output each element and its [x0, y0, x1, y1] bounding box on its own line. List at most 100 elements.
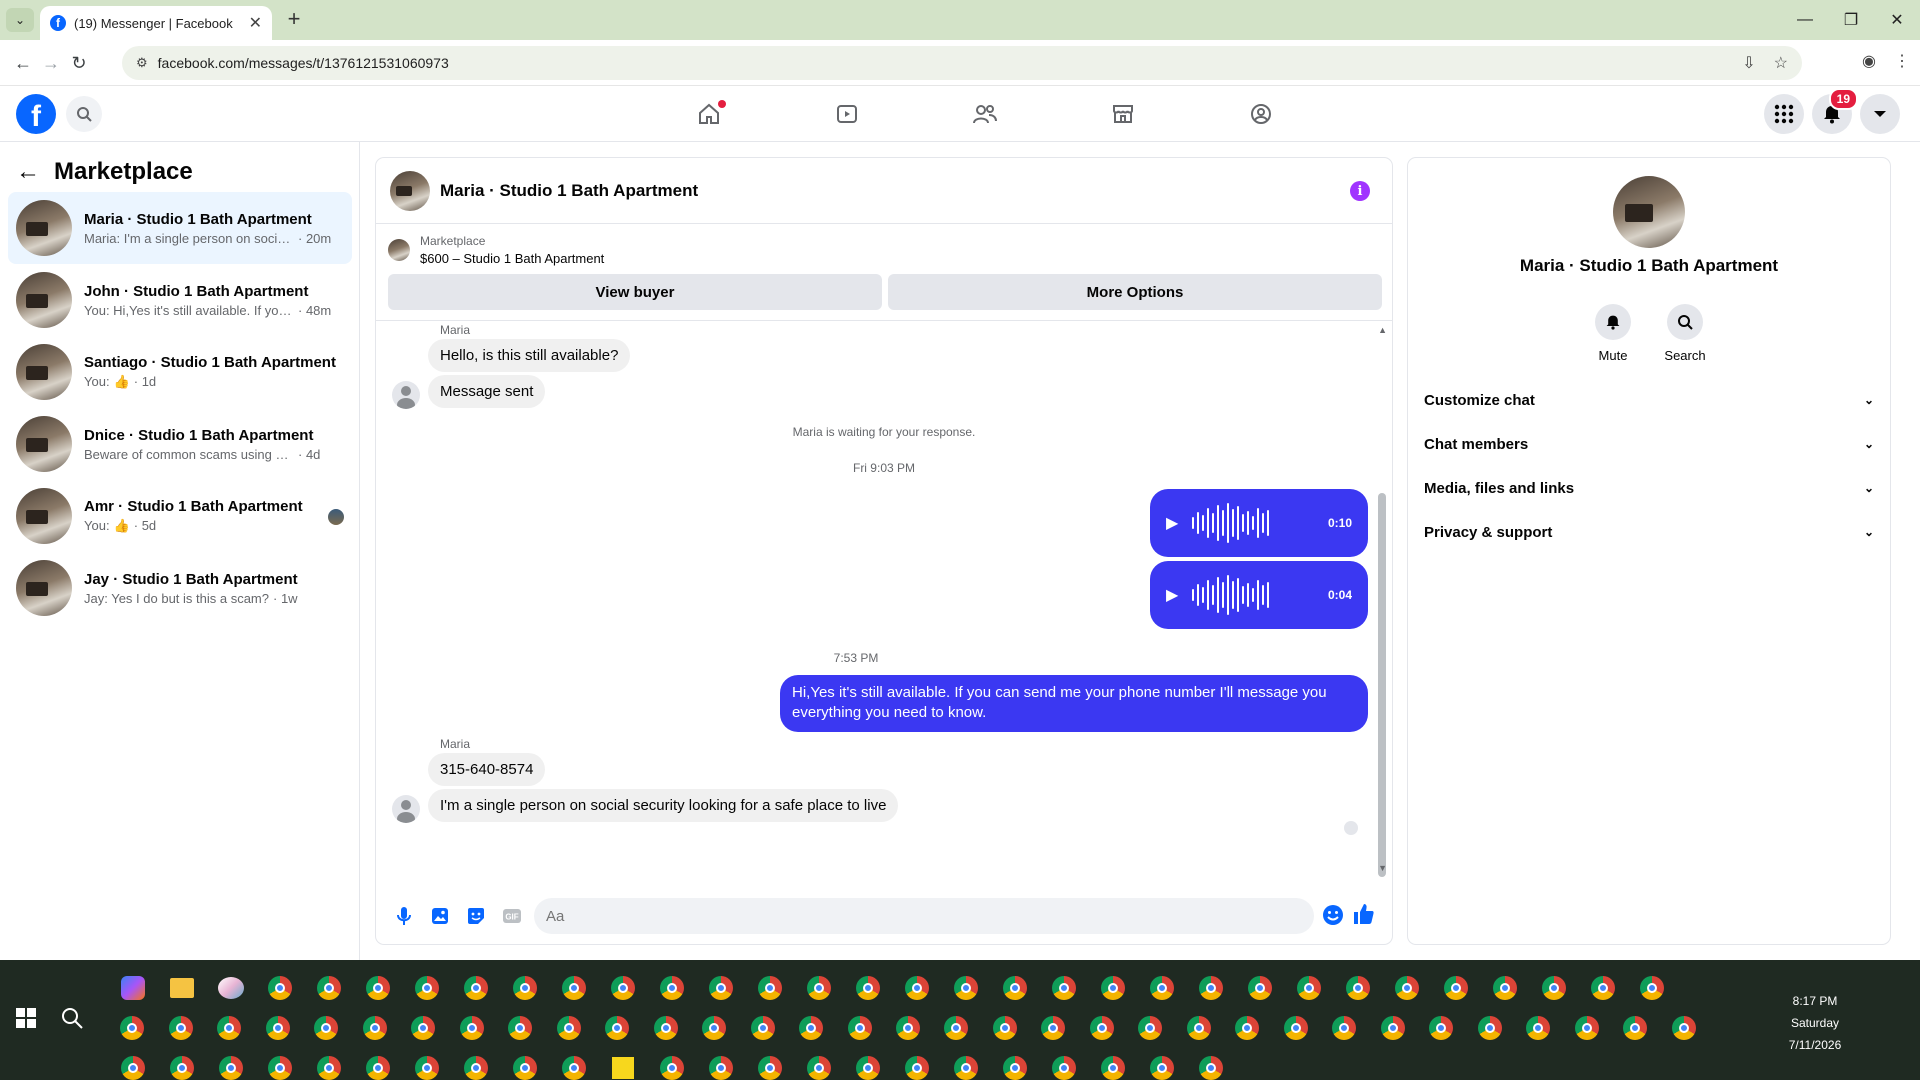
taskbar-app-button[interactable] [304, 968, 353, 1008]
site-info-icon[interactable]: ⚙ [136, 55, 148, 71]
privacy-support-section[interactable]: Privacy & support ⌄ [1424, 510, 1874, 554]
scroll-down-arrow-icon[interactable]: ▼ [1378, 863, 1387, 873]
photo-icon[interactable] [422, 898, 458, 934]
voice-message[interactable]: ▶ 0:10 [1150, 489, 1368, 557]
taskbar-app-button[interactable] [1137, 1048, 1186, 1080]
taskbar-app-button[interactable] [990, 968, 1039, 1008]
taskbar-app-button[interactable] [1563, 1008, 1611, 1048]
browser-tab-messenger[interactable]: f (19) Messenger | Facebook ✕ [40, 6, 272, 40]
account-button[interactable] [1860, 94, 1900, 134]
taskbar-app-button[interactable] [1078, 1008, 1126, 1048]
taskbar-app-button[interactable] [738, 1008, 786, 1048]
voice-message[interactable]: ▶ 0:04 [1150, 561, 1368, 629]
taskbar-app-button[interactable] [794, 968, 843, 1008]
play-icon[interactable]: ▶ [1166, 513, 1178, 533]
conversation-item[interactable]: Santiago · Studio 1 Bath Apartment You: 👍… [8, 336, 352, 408]
taskbar-app-button[interactable] [1272, 1008, 1320, 1048]
minimize-button[interactable]: — [1782, 0, 1828, 40]
install-app-icon[interactable]: ⇩ [1742, 53, 1755, 73]
taskbar-app-button[interactable] [353, 968, 402, 1008]
like-thumbs-up-icon[interactable] [1352, 902, 1376, 931]
chat-title[interactable]: Maria · Studio 1 Bath Apartment [440, 181, 698, 201]
new-tab-button[interactable]: + [282, 8, 306, 32]
forward-arrow-icon[interactable]: → [38, 50, 64, 76]
more-options-button[interactable]: More Options [888, 274, 1382, 310]
menu-button[interactable] [1764, 94, 1804, 134]
taskbar-app-button[interactable] [1480, 968, 1529, 1008]
facebook-logo-icon[interactable]: f [16, 94, 56, 134]
taskbar-app-button[interactable] [304, 1048, 353, 1080]
taskbar-app-button[interactable] [981, 1008, 1029, 1048]
taskbar-app-button[interactable] [1088, 968, 1137, 1008]
chrome-menu-icon[interactable]: ⋮ [1894, 51, 1910, 71]
taskbar-app-button[interactable] [835, 1008, 883, 1048]
taskbar-app-button[interactable] [1029, 1008, 1077, 1048]
taskbar-app-button[interactable] [402, 1048, 451, 1080]
nav-video[interactable] [778, 86, 916, 142]
taskbar-app-button[interactable] [1186, 968, 1235, 1008]
emoji-icon[interactable] [1322, 904, 1344, 926]
taskbar-app-button[interactable] [1369, 1008, 1417, 1048]
taskbar-app-button[interactable] [108, 968, 157, 1008]
taskbar-app-button[interactable] [932, 1008, 980, 1048]
taskbar-app-button[interactable] [787, 1008, 835, 1048]
taskbar-app-button[interactable] [892, 968, 941, 1008]
nav-marketplace[interactable] [1054, 86, 1192, 142]
taskbar-app-button[interactable] [843, 1048, 892, 1080]
taskbar-app-button[interactable] [690, 1008, 738, 1048]
taskbar-app-button[interactable] [447, 1008, 495, 1048]
conversation-item[interactable]: Dnice · Studio 1 Bath Apartment Beware o… [8, 408, 352, 480]
taskbar-app-button[interactable] [255, 968, 304, 1008]
nav-home[interactable] [640, 86, 778, 142]
taskbar-app-button[interactable] [1039, 1048, 1088, 1080]
taskbar-app-button[interactable] [302, 1008, 350, 1048]
microphone-icon[interactable] [386, 898, 422, 934]
play-icon[interactable]: ▶ [1166, 585, 1178, 605]
avatar[interactable] [1613, 176, 1685, 248]
view-buyer-button[interactable]: View buyer [388, 274, 882, 310]
windows-start-icon[interactable] [16, 1008, 36, 1028]
taskbar-app-button[interactable] [206, 1048, 255, 1080]
taskbar-app-button[interactable] [157, 968, 206, 1008]
chat-members-section[interactable]: Chat members ⌄ [1424, 422, 1874, 466]
taskbar-app-button[interactable] [1514, 1008, 1562, 1048]
fb-search-button[interactable] [66, 96, 102, 132]
taskbar-app-button[interactable] [941, 1048, 990, 1080]
avatar[interactable] [390, 170, 430, 211]
sticker-icon[interactable] [458, 898, 494, 934]
taskbar-app-button[interactable] [544, 1008, 592, 1048]
customize-chat-section[interactable]: Customize chat ⌄ [1424, 378, 1874, 422]
info-icon[interactable]: i [1350, 181, 1370, 201]
conversation-item[interactable]: Jay · Studio 1 Bath Apartment Jay: Yes I… [8, 552, 352, 624]
taskbar-app-button[interactable] [647, 1048, 696, 1080]
back-arrow-icon[interactable]: ← [10, 50, 36, 76]
taskbar-app-button[interactable] [206, 968, 255, 1008]
taskbar-app-button[interactable] [990, 1048, 1039, 1080]
taskbar-app-button[interactable] [1417, 1008, 1465, 1048]
back-arrow-icon[interactable]: ← [16, 158, 40, 186]
conversation-item[interactable]: Amr · Studio 1 Bath Apartment You: 👍 · 5d [8, 480, 352, 552]
taskbar-app-button[interactable] [598, 968, 647, 1008]
taskbar-app-button[interactable] [156, 1008, 204, 1048]
taskbar-app-button[interactable] [255, 1048, 304, 1080]
taskbar-app-button[interactable] [1137, 968, 1186, 1008]
taskbar-app-button[interactable] [1088, 1048, 1137, 1080]
notifications-button[interactable]: 19 [1812, 88, 1858, 134]
taskbar-app-button[interactable] [205, 1008, 253, 1048]
taskbar-app-button[interactable] [399, 1008, 447, 1048]
conversation-item[interactable]: John · Studio 1 Bath Apartment You: Hi,Y… [8, 264, 352, 336]
taskbar-app-button[interactable] [350, 1008, 398, 1048]
profile-icon[interactable]: ◉ [1862, 51, 1876, 71]
close-window-button[interactable]: ✕ [1874, 0, 1920, 40]
clock[interactable]: 8:17 PM Saturday 7/11/2026 [1760, 990, 1870, 1056]
taskbar-app-button[interactable] [496, 1008, 544, 1048]
taskbar-app-button[interactable] [500, 1048, 549, 1080]
taskbar-app-button[interactable] [641, 1008, 689, 1048]
taskbar-app-button[interactable] [941, 968, 990, 1008]
address-bar[interactable]: ⚙ facebook.com/messages/t/13761215310609… [122, 46, 1802, 80]
taskbar-app-button[interactable] [745, 968, 794, 1008]
taskbar-app-button[interactable] [108, 1048, 157, 1080]
bookmark-star-icon[interactable]: ☆ [1774, 53, 1788, 73]
taskbar-app-button[interactable] [1284, 968, 1333, 1008]
scroll-up-arrow-icon[interactable]: ▲ [1378, 325, 1387, 335]
